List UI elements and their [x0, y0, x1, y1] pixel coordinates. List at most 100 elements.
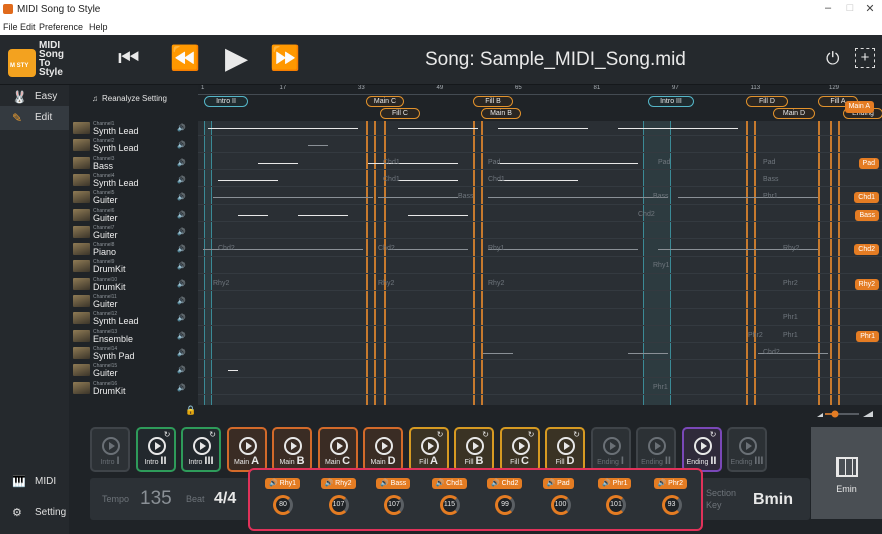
section-button-ending-ii[interactable]: Ending II: [636, 427, 676, 472]
speaker-icon[interactable]: 🔊: [177, 228, 186, 236]
part-mute-toggle[interactable]: 🔊 Phr2: [653, 478, 687, 489]
key-value[interactable]: Bmin: [753, 491, 793, 509]
timeline-ruler[interactable]: 1 17 33 49 65 81 97 113 129: [198, 85, 882, 95]
close-button[interactable]: ✕: [860, 2, 880, 16]
menu-edit[interactable]: Edit: [20, 22, 36, 32]
track-row[interactable]: Channel10 DrumKit 🔊: [69, 277, 198, 292]
section-marker[interactable]: Fill C: [380, 108, 420, 119]
beat-value[interactable]: 4/4: [214, 490, 236, 508]
speaker-icon[interactable]: 🔊: [177, 159, 186, 167]
track-lane[interactable]: [198, 138, 882, 153]
part-mute-toggle[interactable]: 🔊 Rhy2: [320, 478, 356, 489]
skip-to-start-button[interactable]: ⏮: [118, 47, 140, 71]
part-mute-toggle[interactable]: 🔊 Chd1: [431, 478, 467, 489]
section-button-fill-a[interactable]: ↻ Fill A: [408, 427, 449, 472]
lane-part-chip[interactable]: Bass: [855, 209, 879, 221]
timeline[interactable]: 1 17 33 49 65 81 97 113 129 Intro II Main C Fill…: [198, 85, 882, 405]
section-marker[interactable]: Main D: [773, 108, 815, 119]
track-row[interactable]: Channel15 Guiter 🔊: [69, 363, 198, 378]
part-mute-toggle[interactable]: 🔊 Bass: [376, 478, 411, 489]
section-marker[interactable]: Intro II: [204, 96, 248, 107]
track-lane[interactable]: [198, 329, 882, 344]
volume-knob[interactable]: 99: [495, 495, 515, 515]
fast-forward-button[interactable]: ⏩: [270, 47, 300, 71]
track-lane[interactable]: [198, 277, 882, 292]
section-marker[interactable]: Main C: [366, 96, 404, 107]
sidebar-item-edit[interactable]: ✎ Edit: [0, 106, 69, 130]
chord-display[interactable]: Emin: [811, 427, 882, 519]
speaker-icon[interactable]: 🔊: [177, 280, 186, 288]
speaker-icon[interactable]: 🔊: [177, 332, 186, 340]
speaker-icon[interactable]: 🔊: [177, 141, 186, 149]
section-button-main-d[interactable]: Main D: [363, 427, 403, 472]
track-row[interactable]: Channel3 Bass 🔊: [69, 156, 198, 171]
section-button-fill-c[interactable]: ↻ Fill C: [499, 427, 540, 472]
track-row[interactable]: Channel6 Guiter 🔊: [69, 208, 198, 223]
speaker-icon[interactable]: 🔊: [177, 297, 186, 305]
lane-part-chip[interactable]: Phr1: [856, 330, 879, 342]
speaker-icon[interactable]: 🔊: [177, 211, 186, 219]
tempo-value[interactable]: 135: [140, 488, 172, 510]
lane-part-chip[interactable]: Pad: [858, 157, 879, 169]
section-button-main-c[interactable]: Main C: [317, 427, 358, 472]
track-lane[interactable]: [198, 381, 882, 395]
section-marker[interactable]: Main B: [481, 108, 521, 119]
section-button-ending-i[interactable]: Ending I: [590, 427, 631, 472]
zoom-slider[interactable]: [815, 410, 875, 418]
speaker-icon[interactable]: 🔊: [177, 384, 186, 392]
menu-preference[interactable]: Preference: [39, 22, 83, 32]
maximize-button[interactable]: □: [840, 2, 860, 16]
sidebar-item-midi[interactable]: 🎹 MIDI: [0, 472, 69, 494]
section-button-intro-iii[interactable]: ↻ Intro III: [181, 427, 221, 472]
track-lanes[interactable]: Pad Chd1 Bass Chd2 Rhy2 Phr1 Chd1 Pad Pad Pad Chd1…: [198, 121, 882, 405]
track-row[interactable]: Channel2 Synth Lead 🔊: [69, 138, 198, 153]
speaker-icon[interactable]: 🔊: [177, 366, 186, 374]
lock-icon[interactable]: 🔒: [185, 405, 196, 416]
play-button[interactable]: ▶: [225, 44, 248, 74]
track-lane[interactable]: [198, 294, 882, 309]
lane-part-chip[interactable]: Chd1: [854, 192, 879, 204]
rewind-button[interactable]: ⏪: [170, 47, 200, 71]
reanalyze-setting-button[interactable]: ♫ Reanalyze Setting: [92, 94, 167, 103]
lane-part-chip[interactable]: Chd2: [854, 244, 879, 256]
volume-knob[interactable]: 107: [328, 495, 349, 515]
speaker-icon[interactable]: 🔊: [177, 314, 186, 322]
track-row[interactable]: Channel14 Synth Pad 🔊: [69, 346, 198, 361]
volume-knob[interactable]: 101: [606, 495, 626, 515]
power-icon[interactable]: ⏻: [826, 49, 839, 69]
track-row[interactable]: Channel8 Piano 🔊: [69, 242, 198, 257]
section-marker[interactable]: Fill D: [746, 96, 788, 107]
speaker-icon[interactable]: 🔊: [177, 124, 186, 132]
main-a-chip[interactable]: Main A: [844, 101, 874, 113]
track-row[interactable]: Channel13 Ensemble 🔊: [69, 329, 198, 344]
section-button-ending-iii[interactable]: Ending III: [727, 427, 767, 472]
minimize-button[interactable]: –: [818, 2, 838, 16]
track-row[interactable]: Channel7 Guiter 🔊: [69, 225, 198, 240]
section-button-intro-ii[interactable]: ↻ Intro II: [135, 427, 176, 472]
section-marker[interactable]: Fill B: [473, 96, 513, 107]
part-mute-toggle[interactable]: 🔊 Chd2: [487, 478, 523, 489]
track-row[interactable]: Channel1 Synth Lead 🔊: [69, 121, 198, 136]
volume-knob[interactable]: 107: [384, 495, 404, 515]
volume-knob[interactable]: 115: [439, 495, 460, 515]
section-button-main-b[interactable]: Main B: [272, 427, 312, 472]
section-button-fill-d[interactable]: ↻ Fill D: [545, 427, 585, 472]
section-button-fill-b[interactable]: ↻ Fill B: [454, 427, 494, 472]
section-marker[interactable]: Intro III: [648, 96, 694, 107]
track-lane[interactable]: [198, 363, 882, 378]
menu-help[interactable]: Help: [89, 22, 108, 32]
track-row[interactable]: Channel11 Guiter 🔊: [69, 294, 198, 309]
sidebar-item-setting[interactable]: ⚙ Setting: [0, 503, 69, 525]
speaker-icon[interactable]: 🔊: [177, 262, 186, 270]
track-row[interactable]: Channel12 Synth Lead 🔊: [69, 311, 198, 326]
track-row[interactable]: Channel4 Synth Lead 🔊: [69, 173, 198, 188]
speaker-icon[interactable]: 🔊: [177, 176, 186, 184]
track-lane[interactable]: [198, 259, 882, 274]
track-lane[interactable]: [198, 225, 882, 240]
track-lane[interactable]: [198, 311, 882, 326]
part-mute-toggle[interactable]: 🔊 Phr1: [598, 478, 632, 489]
track-row[interactable]: Channel5 Guiter 🔊: [69, 190, 198, 205]
volume-knob[interactable]: 93: [661, 495, 682, 515]
section-button-main-a[interactable]: Main A: [226, 427, 267, 472]
volume-knob[interactable]: 80: [273, 495, 293, 515]
